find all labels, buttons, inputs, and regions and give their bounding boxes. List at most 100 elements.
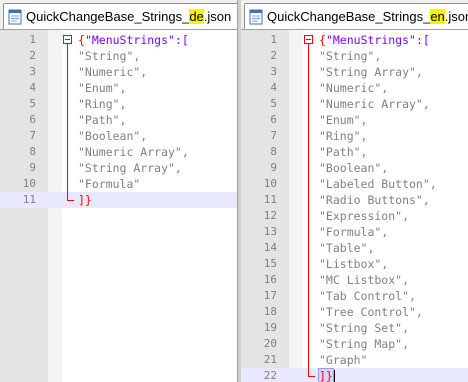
- line-text: "Ring",: [319, 129, 368, 143]
- tab-bar: QuickChangeBase_Strings_de.json: [0, 0, 237, 30]
- code-line: 14 "Table",: [241, 240, 468, 256]
- tab-bar: QuickChangeBase_Strings_en.json: [241, 0, 468, 30]
- line-number: 13: [263, 225, 277, 238]
- code-line: 10 "Formula": [0, 176, 237, 192]
- line-number: 15: [263, 257, 277, 270]
- code-line: 13 "Formula",: [241, 224, 468, 240]
- line-number: 8: [29, 145, 36, 158]
- code-line: 8 "Path",: [241, 144, 468, 160]
- line-number: 8: [270, 145, 277, 158]
- lang-highlight: de: [189, 9, 204, 24]
- line-text: "Formula": [78, 177, 141, 191]
- fold-end-marker: [67, 200, 74, 201]
- line-number: 18: [263, 305, 277, 318]
- line-text: "Table",: [319, 241, 375, 255]
- line-text: ]}: [318, 368, 335, 382]
- code-line: 5 "Numeric Array",: [241, 96, 468, 112]
- text-caret: [333, 370, 335, 382]
- line-text: "Ring",: [78, 97, 127, 111]
- code-line: 4 "Numeric",: [241, 80, 468, 96]
- tab-en-json[interactable]: QuickChangeBase_Strings_en.json: [244, 3, 468, 29]
- line-text: "Radio Buttons",: [319, 193, 430, 207]
- line-number: 2: [270, 49, 277, 62]
- code-line: 12 "Expression",: [241, 208, 468, 224]
- line-number: 5: [270, 97, 277, 110]
- line-number: 6: [29, 113, 36, 126]
- line-text: "Numeric Array",: [319, 97, 430, 111]
- line-text: "Graph": [319, 353, 368, 367]
- code-line: 3 "String Array",: [241, 64, 468, 80]
- file-icon: [249, 9, 263, 24]
- code-line: 19 "String Set",: [241, 320, 468, 336]
- line-number: 4: [29, 81, 36, 94]
- code-line: 16 "MC Listbox",: [241, 272, 468, 288]
- line-number: 3: [270, 65, 277, 78]
- code-line: 2 "String",: [241, 48, 468, 64]
- line-text: "Numeric Array",: [78, 145, 189, 159]
- code-line: 11 "Radio Buttons",: [241, 192, 468, 208]
- code-editor-en[interactable]: 1 {"MenuStrings":[ 2 "String", 3 "String Arra…: [241, 30, 468, 382]
- code-line: 3 "Numeric",: [0, 64, 237, 80]
- line-text: "Labeled Button",: [319, 177, 437, 191]
- code-line: 17 "Tab Control",: [241, 288, 468, 304]
- line-number: 19: [263, 321, 277, 334]
- fold-minus-icon[interactable]: [304, 35, 313, 44]
- fold-end-marker: [308, 376, 315, 377]
- editor-pane-en: QuickChangeBase_Strings_en.json 1 {"MenuS…: [241, 0, 468, 382]
- line-text: "Expression",: [319, 209, 410, 223]
- line-number: 20: [263, 337, 277, 350]
- line-number: 7: [270, 129, 277, 142]
- line-text: {"MenuStrings":[: [78, 33, 189, 47]
- line-text: "MC Listbox",: [319, 273, 410, 287]
- line-text: "Formula",: [319, 225, 389, 239]
- line-number: 6: [270, 113, 277, 126]
- code-line: 1 {"MenuStrings":[: [0, 32, 237, 48]
- file-icon: [8, 9, 22, 24]
- line-number: 10: [263, 177, 277, 190]
- code-line: 18 "Tree Control",: [241, 304, 468, 320]
- code-line: 9 "Boolean",: [241, 160, 468, 176]
- line-text: "String Array",: [319, 65, 423, 79]
- code-editor-de[interactable]: 1 {"MenuStrings":[2 "String", 3 "Numeric", 4 "…: [0, 30, 237, 382]
- line-text: "Numeric",: [78, 65, 148, 79]
- line-text: "Boolean",: [319, 161, 389, 175]
- line-text: "Tab Control",: [319, 289, 416, 303]
- line-number: 17: [263, 289, 277, 302]
- fold-minus-icon[interactable]: [63, 35, 72, 44]
- line-number: 10: [22, 177, 36, 190]
- line-text: "Numeric",: [319, 81, 389, 95]
- code-line: 2 "String",: [0, 48, 237, 64]
- code-line: 15 "Listbox",: [241, 256, 468, 272]
- tab-filename: QuickChangeBase_Strings_de.json: [26, 9, 232, 24]
- line-number: 5: [29, 97, 36, 110]
- line-number: 1: [29, 33, 36, 46]
- line-number: 1: [270, 33, 277, 46]
- line-number: 3: [29, 65, 36, 78]
- line-text: "String Array",: [78, 161, 182, 175]
- line-number: 16: [263, 273, 277, 286]
- line-number: 14: [263, 241, 277, 254]
- line-text: ]}: [78, 193, 92, 207]
- code-lines: 1 {"MenuStrings":[2 "String", 3 "Numeric", 4 "…: [0, 32, 237, 208]
- line-text: "Enum",: [319, 113, 368, 127]
- line-text: "String Map",: [319, 337, 410, 351]
- line-text: "String",: [78, 49, 141, 63]
- code-line: 5 "Ring",: [0, 96, 237, 112]
- fold-range-line: [308, 44, 309, 376]
- line-number: 11: [22, 193, 36, 206]
- code-line: 1 {"MenuStrings":[: [241, 32, 468, 48]
- line-text: "Path",: [319, 145, 368, 159]
- line-number: 4: [270, 81, 277, 94]
- lang-highlight: en: [430, 9, 445, 24]
- code-line: 4 "Enum",: [0, 80, 237, 96]
- code-line: 20 "String Map",: [241, 336, 468, 352]
- tab-de-json[interactable]: QuickChangeBase_Strings_de.json: [3, 3, 237, 29]
- line-text: {"MenuStrings":[: [319, 33, 430, 47]
- line-number: 22: [263, 369, 277, 382]
- line-text: "Path",: [78, 113, 127, 127]
- editor-pane-de: QuickChangeBase_Strings_de.json 1 {"MenuS…: [0, 0, 237, 382]
- code-line: 6 "Path",: [0, 112, 237, 128]
- code-line: 6 "Enum",: [241, 112, 468, 128]
- line-text: "Enum",: [78, 81, 127, 95]
- line-text: "String",: [319, 49, 382, 63]
